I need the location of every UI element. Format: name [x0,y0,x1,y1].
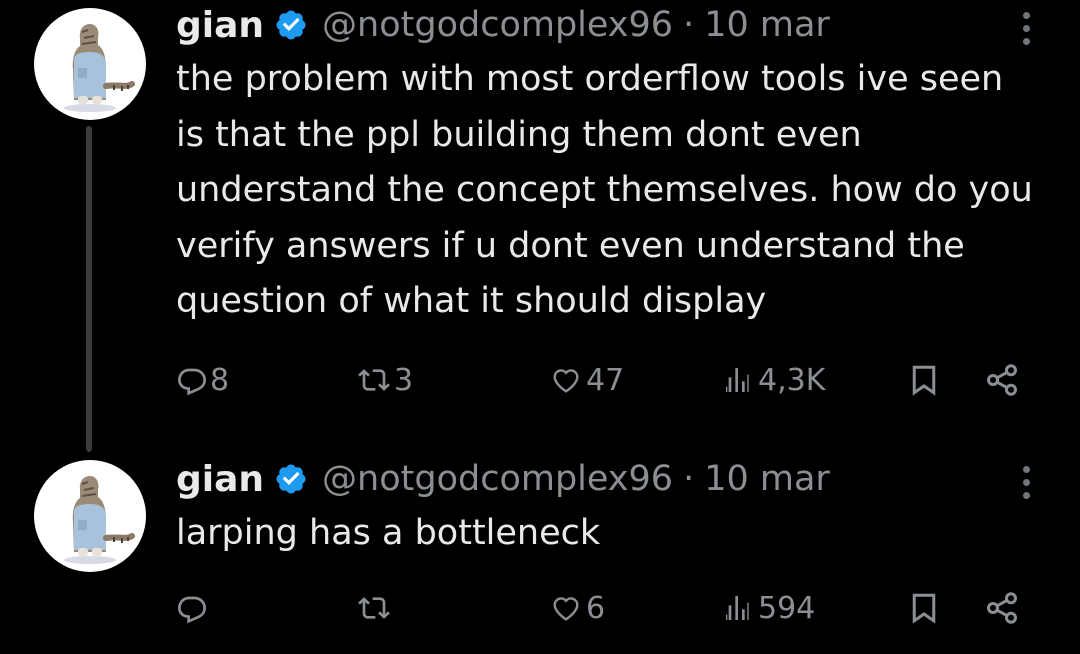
tweet-actions: 6 594 [176,586,1028,630]
bookmark-icon [906,590,942,626]
bookmark-icon [906,362,942,398]
separator-dot: · [683,459,695,499]
tweet-date[interactable]: 10 mar [704,459,830,499]
heart-icon [548,364,584,396]
share-button[interactable] [984,586,1020,630]
tweet-date[interactable]: 10 mar [704,5,830,45]
verified-badge-icon [274,8,308,42]
views-button[interactable]: 594 [720,586,815,630]
repost-button[interactable]: 3 [356,358,413,402]
reply-button[interactable]: 8 [176,358,229,402]
display-name[interactable]: gian [176,459,264,500]
reply-icon [176,364,208,396]
tweet-header: gian @notgodcomplex96 · 10 mar [176,456,1040,502]
heart-icon [548,592,584,624]
view-count: 594 [758,590,816,626]
tweet-header: gian @notgodcomplex96 · 10 mar [176,2,1040,48]
views-bar-chart-icon [720,364,756,396]
like-button[interactable]: 6 [548,586,605,630]
views-bar-chart-icon [720,592,756,624]
avatar[interactable] [34,8,146,120]
repost-count: 3 [394,362,414,398]
reply-count: 8 [210,362,230,398]
tweet[interactable]: gian @notgodcomplex96 · 10 mar the probl… [176,2,1040,330]
user-handle[interactable]: @notgodcomplex96 [322,459,673,499]
tweet-actions: 8 3 47 4,3K [176,358,1028,402]
share-icon [984,362,1020,398]
share-icon [984,590,1020,626]
display-name[interactable]: gian [176,5,264,46]
reply-button[interactable] [176,586,210,630]
more-options-icon[interactable] [1012,460,1040,504]
views-button[interactable]: 4,3K [720,358,825,402]
tweet-text: the problem with most orderflow tools iv… [176,59,1033,321]
tweet[interactable]: gian @notgodcomplex96 · 10 mar larping h… [176,456,1040,562]
bookmark-button[interactable] [906,586,942,630]
thread-connector-line [86,126,92,452]
repost-button[interactable] [356,586,394,630]
verified-badge-icon [274,462,308,496]
tweet-text: larping has a bottleneck [176,513,601,553]
share-button[interactable] [984,358,1020,402]
separator-dot: · [683,5,695,45]
avatar[interactable] [34,460,146,572]
more-options-icon[interactable] [1012,6,1040,50]
reply-icon [176,592,208,624]
like-button[interactable]: 47 [548,358,624,402]
view-count: 4,3K [758,362,826,398]
like-count: 47 [586,362,625,398]
bookmark-button[interactable] [906,358,942,402]
user-handle[interactable]: @notgodcomplex96 [322,5,673,45]
like-count: 6 [586,590,606,626]
repost-icon [356,592,392,624]
repost-icon [356,364,392,396]
